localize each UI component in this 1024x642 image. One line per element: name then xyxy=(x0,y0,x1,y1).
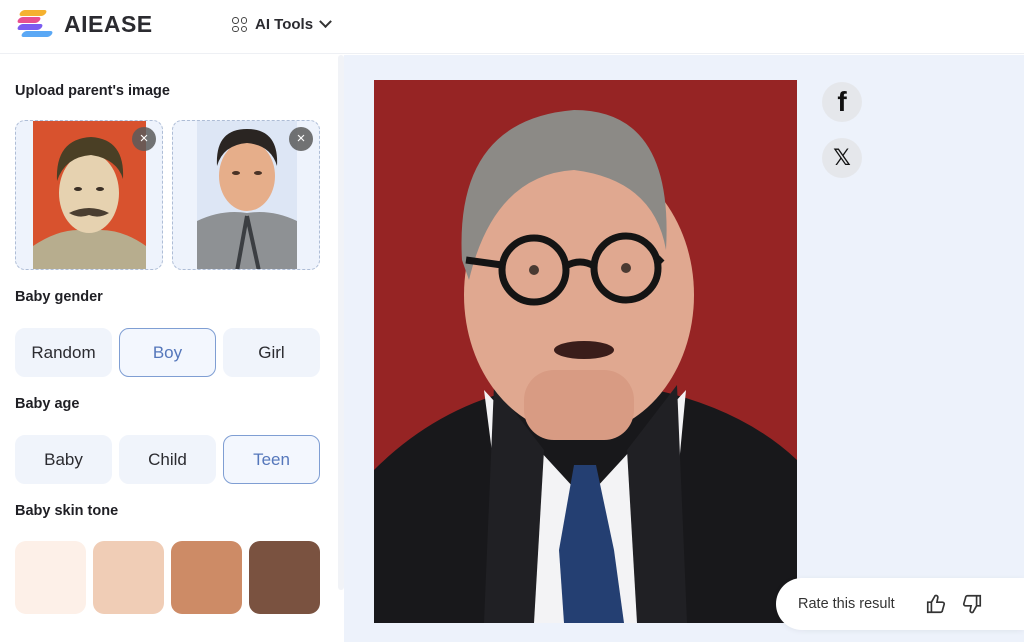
parent-upload-slot-2[interactable]: × xyxy=(172,120,320,270)
brand-logo[interactable]: AIEASE xyxy=(14,10,153,38)
parent-photo-2 xyxy=(197,121,297,269)
upload-title: Upload parent's image xyxy=(15,83,170,99)
skin-tone-title: Baby skin tone xyxy=(15,503,119,519)
rate-result-bar: Rate this result xyxy=(776,578,1024,630)
thumbs-down-icon[interactable] xyxy=(961,593,983,615)
age-option-child[interactable]: Child xyxy=(119,435,216,484)
share-facebook-button[interactable]: f xyxy=(822,82,862,122)
parent-upload-slot-1[interactable]: × xyxy=(15,120,163,270)
gender-title: Baby gender xyxy=(15,289,103,305)
result-portrait xyxy=(374,80,797,623)
grid-icon xyxy=(232,17,247,32)
gender-options: Random Boy Girl xyxy=(15,328,320,377)
thumbs-up-icon[interactable] xyxy=(925,593,947,615)
skin-tone-swatch-4[interactable] xyxy=(249,541,320,614)
chevron-down-icon xyxy=(319,15,332,29)
gender-option-random[interactable]: Random xyxy=(15,328,112,377)
logo-icon xyxy=(14,10,56,38)
gender-option-girl[interactable]: Girl xyxy=(223,328,320,377)
skin-tone-swatch-1[interactable] xyxy=(15,541,86,614)
remove-parent-2-button[interactable]: × xyxy=(289,127,313,151)
ai-tools-menu[interactable]: AI Tools xyxy=(232,15,332,33)
x-icon: 𝕏 xyxy=(833,145,851,171)
brand-name: AIEASE xyxy=(64,10,153,37)
age-option-baby[interactable]: Baby xyxy=(15,435,112,484)
facebook-icon: f xyxy=(837,86,847,117)
skin-tone-swatch-2[interactable] xyxy=(93,541,164,614)
top-header: AIEASE AI Tools xyxy=(0,0,1024,54)
age-option-teen[interactable]: Teen xyxy=(223,435,320,484)
parent-photo-1 xyxy=(33,121,146,269)
age-options: Baby Child Teen xyxy=(15,435,320,484)
skin-tone-options xyxy=(15,541,320,614)
result-image xyxy=(374,80,797,623)
share-x-button[interactable]: 𝕏 xyxy=(822,138,862,178)
ai-tools-label: AI Tools xyxy=(255,16,314,33)
rate-label: Rate this result xyxy=(798,596,895,612)
skin-tone-swatch-3[interactable] xyxy=(171,541,242,614)
remove-parent-1-button[interactable]: × xyxy=(132,127,156,151)
age-title: Baby age xyxy=(15,396,80,412)
gender-option-boy[interactable]: Boy xyxy=(119,328,216,377)
